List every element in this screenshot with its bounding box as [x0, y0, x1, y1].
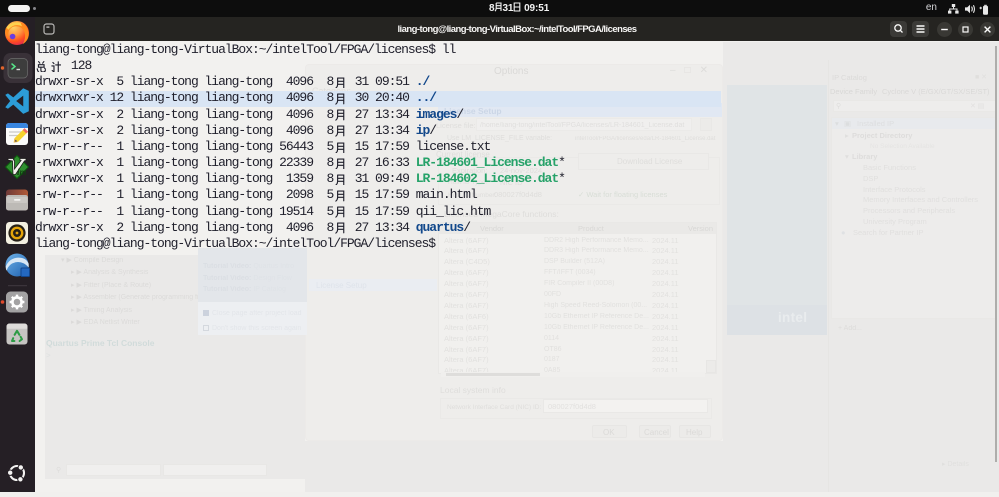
- svg-text:im: im: [17, 167, 27, 177]
